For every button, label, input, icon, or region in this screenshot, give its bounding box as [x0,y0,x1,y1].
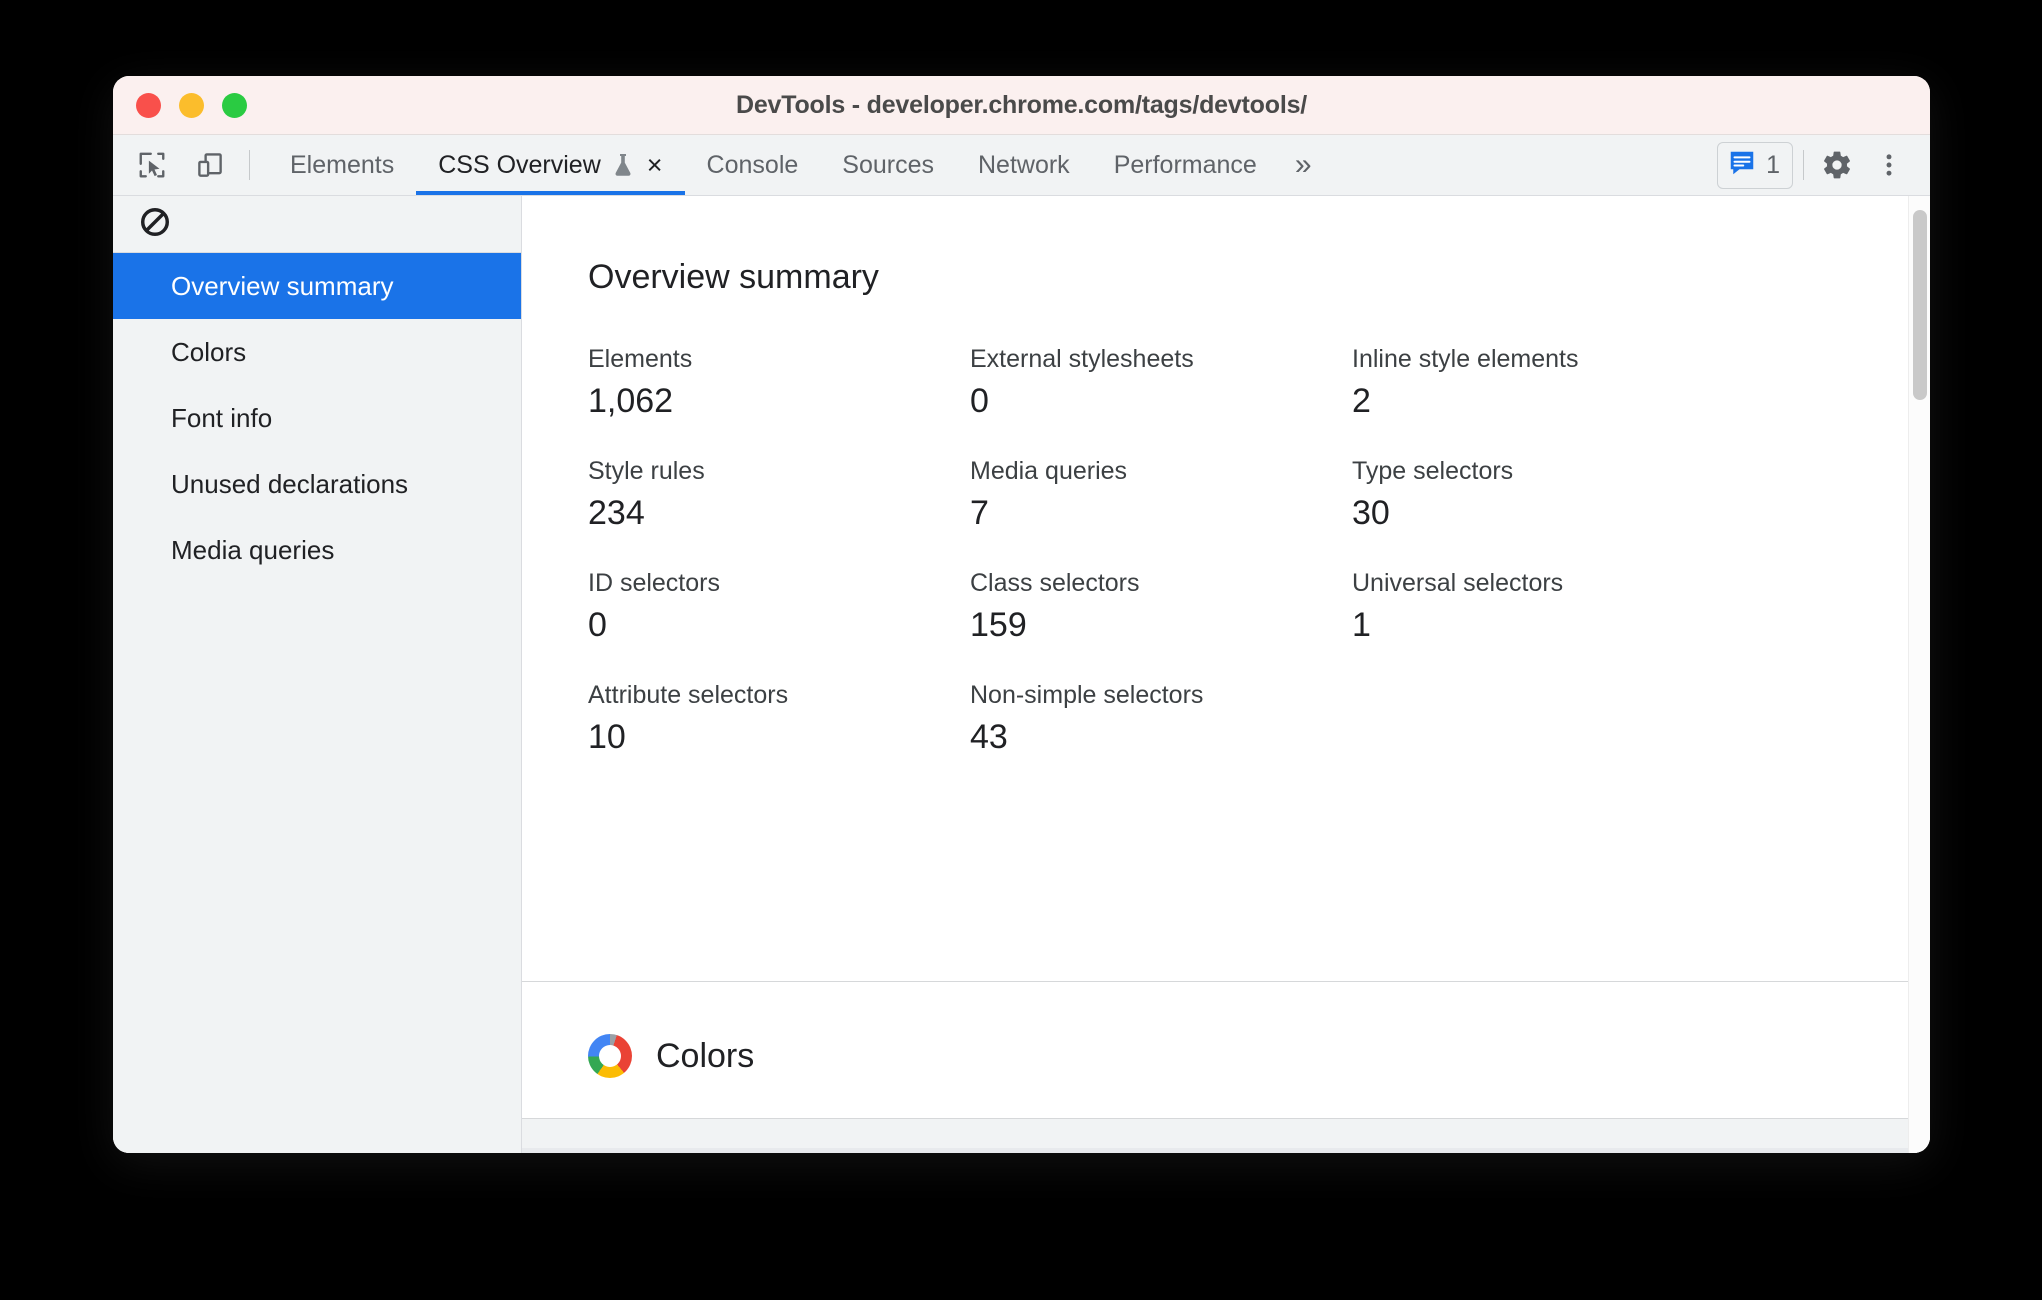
tab-label: Performance [1113,150,1257,179]
metric-label: External stylesheets [970,345,1194,373]
inspect-cursor-icon[interactable] [129,142,175,188]
close-window-button[interactable] [136,92,161,118]
sidebar-item-overview-summary[interactable]: Overview summary [113,253,521,319]
sidebar-item-unused-declarations[interactable]: Unused declarations [113,451,521,517]
tabbar-left-tools [113,135,268,195]
window-titlebar: DevTools - developer.chrome.com/tags/dev… [113,76,1930,135]
tab-css-overview[interactable]: CSS Overview × [416,135,685,195]
metric-value: 0 [588,606,607,644]
metric-item: Universal selectors 1 [1352,569,1900,645]
metric-item: Type selectors 30 [1352,457,1900,533]
tab-sources[interactable]: Sources [820,135,956,195]
summary-metrics-grid: Elements 1,062 External stylesheets 0 In… [588,345,1900,757]
devtools-window: DevTools - developer.chrome.com/tags/dev… [113,76,1930,1153]
overview-scroll-area: Overview summary Elements 1,062 External… [522,196,1930,1153]
devtools-tabbar: Elements CSS Overview × Console Sources [113,135,1930,196]
sidebar-item-label: Colors [171,336,247,367]
metric-item: Style rules 234 [588,457,970,533]
tab-label: Console [706,150,799,179]
metric-value: 43 [970,718,1008,756]
tab-elements[interactable]: Elements [268,135,416,195]
metric-value: 159 [970,606,1027,644]
page-title: Overview summary [588,258,879,296]
sidebar-item-label: Overview summary [171,270,394,301]
metric-value: 10 [588,718,626,756]
message-bubble-icon [1727,148,1757,183]
more-tabs-icon[interactable]: » [1279,135,1328,195]
metric-item: Inline style elements 2 [1352,345,1900,421]
tab-label: Network [978,150,1070,179]
clear-overview-icon[interactable] [139,206,171,243]
sidebar-toolbar [113,196,521,253]
metric-label: Attribute selectors [588,681,789,709]
tab-network[interactable]: Network [956,135,1092,195]
metric-value: 0 [970,382,989,420]
panel-tabs: Elements CSS Overview × Console Sources [268,135,1717,195]
metric-item: ID selectors 0 [588,569,970,645]
tab-label: CSS Overview [438,150,601,179]
zoom-window-button[interactable] [222,92,247,118]
bottom-strip [522,1118,1930,1153]
sidebar-item-colors[interactable]: Colors [113,319,521,385]
metric-label: Elements [588,345,693,373]
sidebar-item-media-queries[interactable]: Media queries [113,517,521,583]
metric-value: 1 [1352,606,1371,644]
metric-label: Inline style elements [1352,345,1579,373]
tab-performance[interactable]: Performance [1092,135,1279,195]
scrollbar-thumb[interactable] [1913,210,1927,400]
color-wheel-icon [588,1034,632,1078]
device-toolbar-icon[interactable] [187,142,233,188]
metric-label: Class selectors [970,569,1140,597]
metric-value: 7 [970,494,989,532]
metric-value: 30 [1352,494,1390,532]
colors-section-header[interactable]: Colors [588,1034,754,1078]
gear-icon[interactable] [1814,142,1860,188]
message-count-label: 1 [1766,150,1780,179]
metric-item: Media queries 7 [970,457,1352,533]
sidebar-item-font-info[interactable]: Font info [113,385,521,451]
devtools-body: Overview summary Colors Font info Unused… [113,196,1930,1153]
metric-item: Elements 1,062 [588,345,970,421]
toolbar-divider [249,150,250,180]
metric-item: External stylesheets 0 [970,345,1352,421]
experiment-flask-icon [611,152,635,178]
css-overview-main: Overview summary Elements 1,062 External… [522,196,1930,1153]
close-tab-icon[interactable]: × [647,151,663,179]
metric-value: 1,062 [588,382,674,420]
section-divider [522,981,1930,982]
metric-label: ID selectors [588,569,720,597]
metric-item-empty [1352,681,1900,757]
sidebar-item-label: Media queries [171,534,335,565]
colors-section-title: Colors [656,1036,755,1075]
message-count-button[interactable]: 1 [1717,141,1793,189]
metric-label: Non-simple selectors [970,681,1204,709]
metric-label: Type selectors [1352,457,1514,485]
metric-label: Style rules [588,457,705,485]
metric-label: Media queries [970,457,1128,485]
toolbar-divider-right [1803,150,1804,180]
css-overview-sidebar: Overview summary Colors Font info Unused… [113,196,522,1153]
metric-label: Universal selectors [1352,569,1564,597]
minimize-window-button[interactable] [179,92,204,118]
sidebar-item-label: Unused declarations [171,468,409,499]
tab-label: Sources [842,150,934,179]
metric-item: Attribute selectors 10 [588,681,970,757]
screen: DevTools - developer.chrome.com/tags/dev… [0,0,2042,1300]
three-dot-menu-icon[interactable] [1866,142,1912,188]
tabbar-right-tools: 1 [1717,135,1930,195]
sidebar-item-label: Font info [171,402,273,433]
vertical-scrollbar[interactable] [1908,196,1930,1153]
metric-value: 234 [588,494,645,532]
traffic-light-group [113,92,247,118]
metric-item: Class selectors 159 [970,569,1352,645]
tab-console[interactable]: Console [685,135,821,195]
metric-item: Non-simple selectors 43 [970,681,1352,757]
metric-value: 2 [1352,382,1371,420]
window-title: DevTools - developer.chrome.com/tags/dev… [735,90,1308,119]
tab-label: Elements [290,150,395,179]
